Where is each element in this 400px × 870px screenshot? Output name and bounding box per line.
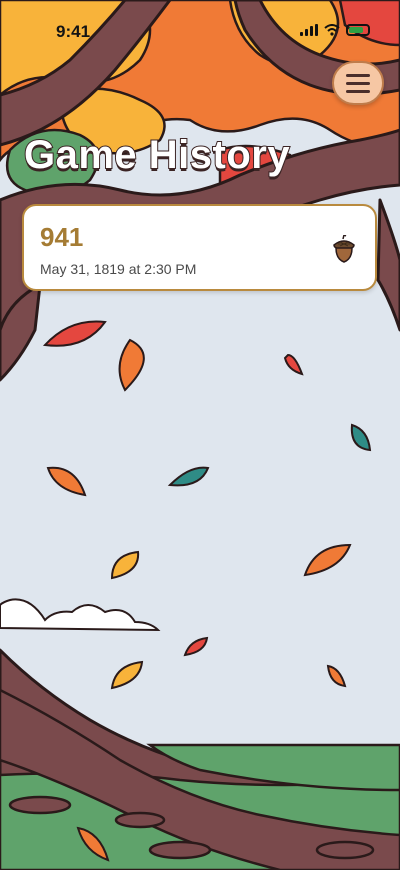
status-icons: [300, 24, 370, 36]
status-bar: 9:41: [0, 18, 400, 46]
autumn-tree-background: [0, 0, 400, 870]
hamburger-menu-icon: [346, 73, 370, 77]
page-title: Game History: [23, 132, 291, 178]
battery-icon: [346, 24, 370, 36]
menu-button[interactable]: [332, 61, 384, 105]
score-value: 941: [40, 222, 84, 252]
wifi-icon: [324, 24, 340, 36]
game-date: May 31, 1819 at 2:30 PM: [40, 261, 197, 277]
acorn-icon: [333, 235, 355, 263]
status-time: 9:41: [56, 22, 91, 41]
history-card[interactable]: 941 May 31, 1819 at 2:30 PM: [22, 204, 377, 291]
signal-icon: [300, 24, 318, 36]
